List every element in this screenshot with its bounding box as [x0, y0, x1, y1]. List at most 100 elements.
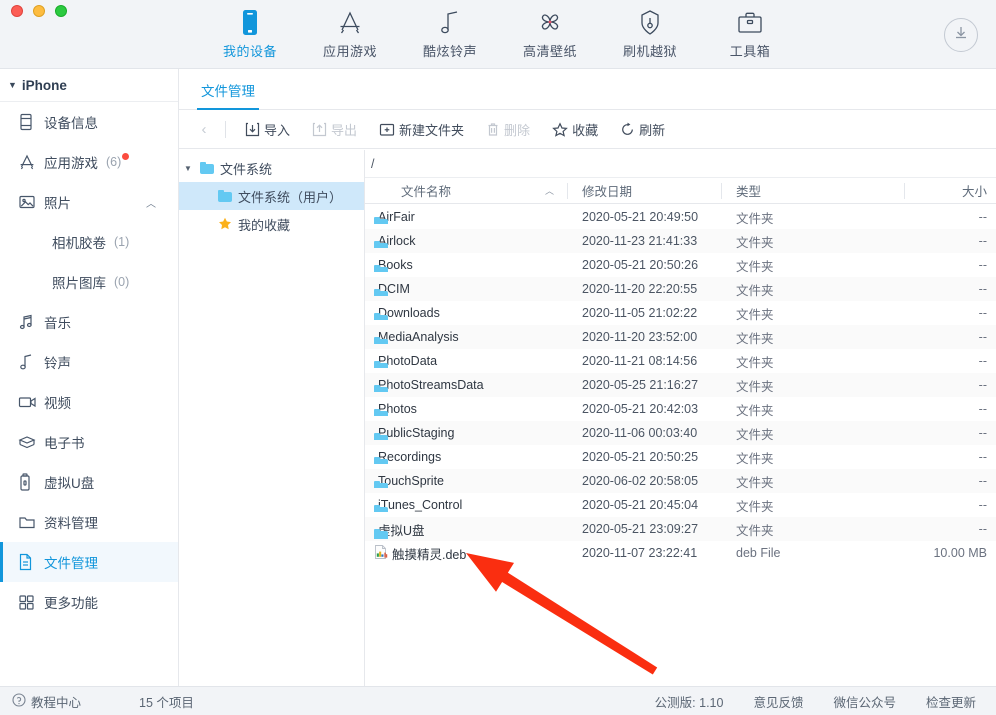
- table-row[interactable]: PublicStaging 2020-11-06 00:03:40 文件夹 --: [365, 421, 996, 445]
- tab-file-management[interactable]: 文件管理: [197, 69, 259, 110]
- feedback-link[interactable]: 意见反馈: [753, 692, 803, 711]
- tree-node-filesystem-user[interactable]: 文件系统（用户）: [179, 182, 364, 210]
- help-circle-icon: [12, 692, 26, 710]
- sidebar-item-label: 相机胶卷: [52, 236, 106, 251]
- column-header-size[interactable]: 大小: [905, 178, 996, 203]
- sidebar-item-apps-games[interactable]: 应用游戏 (6): [0, 142, 178, 182]
- sidebar-item-music[interactable]: 音乐: [0, 302, 178, 342]
- table-row[interactable]: TouchSprite 2020-06-02 20:58:05 文件夹 --: [365, 469, 996, 493]
- file-name-text: MediaAnalysis: [378, 330, 459, 344]
- table-row[interactable]: MediaAnalysis 2020-11-20 23:52:00 文件夹 --: [365, 325, 996, 349]
- download-button[interactable]: [944, 18, 978, 52]
- chevron-up-icon[interactable]: ︿: [146, 195, 156, 210]
- cell-size: --: [978, 378, 987, 392]
- sidebar-item-ebooks[interactable]: 电子书: [0, 422, 178, 462]
- sidebar-item-label: 设备信息: [44, 116, 98, 131]
- sidebar-item-more-features[interactable]: 更多功能: [0, 582, 178, 622]
- cell-file-name: PublicStaging: [365, 426, 568, 440]
- chevron-down-icon[interactable]: ▼: [179, 164, 197, 173]
- tutorial-center-button[interactable]: 教程中心: [12, 692, 81, 711]
- table-row[interactable]: PhotoStreamsData 2020-05-25 21:16:27 文件夹 --: [365, 373, 996, 397]
- cell-file-name: Recordings: [365, 450, 568, 464]
- topnav-label: 应用游戏: [322, 44, 377, 59]
- import-button[interactable]: 导入: [234, 115, 301, 143]
- item-count: 15 个项目: [139, 695, 194, 710]
- sidebar-item-count: (0): [114, 275, 130, 289]
- breadcrumb[interactable]: /: [365, 150, 996, 178]
- topnav-item-apps-games[interactable]: 应用游戏: [300, 0, 400, 69]
- cell-modified-date: 2020-11-07 23:22:41: [582, 546, 698, 560]
- table-row[interactable]: 虚拟U盘 2020-05-21 23:09:27 文件夹 --: [365, 517, 996, 541]
- topnav-item-jailbreak[interactable]: 刷机越狱: [600, 0, 700, 69]
- sidebar-item-label: 铃声: [44, 356, 71, 371]
- sidebar-item-file-management[interactable]: 文件管理: [0, 542, 178, 582]
- cell-modified-date: 2020-11-23 21:41:33: [582, 234, 698, 248]
- column-header-name[interactable]: 文件名称 ︿: [365, 178, 568, 203]
- appstore-icon: [337, 9, 363, 37]
- new-folder-button[interactable]: 新建文件夹: [368, 115, 475, 143]
- new-folder-icon: [379, 122, 395, 137]
- cell-file-name: Photos: [365, 402, 568, 416]
- cell-type: 文件夹: [736, 259, 774, 274]
- column-header-type[interactable]: 类型: [722, 178, 905, 203]
- topnav-item-my-device[interactable]: 我的设备: [200, 0, 300, 69]
- sidebar-item-data-management[interactable]: 资料管理: [0, 502, 178, 542]
- usb-icon: [18, 472, 40, 492]
- tree-node-my-favorites[interactable]: 我的收藏: [179, 210, 364, 238]
- table-row[interactable]: Airlock 2020-11-23 21:41:33 文件夹 --: [365, 229, 996, 253]
- delete-button[interactable]: 删除: [475, 115, 541, 143]
- column-header-date[interactable]: 修改日期: [568, 178, 722, 203]
- cell-file-name: Downloads: [365, 306, 568, 320]
- sidebar-item-virtual-usb[interactable]: 虚拟U盘: [0, 462, 178, 502]
- minimize-icon[interactable]: [33, 5, 45, 17]
- tab-strip: 文件管理: [179, 69, 996, 110]
- cell-modified-date: 2020-05-21 20:50:25: [582, 450, 699, 464]
- action-label: 删除: [504, 122, 531, 138]
- sidebar-item-ringtones[interactable]: 铃声: [0, 342, 178, 382]
- cell-type: 文件夹: [736, 331, 774, 346]
- table-row[interactable]: 触摸精灵.deb 2020-11-07 23:22:41 deb File 10.00…: [365, 541, 996, 565]
- cell-size: --: [978, 450, 987, 464]
- table-row[interactable]: iTunes_Control 2020-05-21 20:45:04 文件夹 --: [365, 493, 996, 517]
- back-button[interactable]: ‹: [191, 121, 217, 138]
- table-row[interactable]: Photos 2020-05-21 20:42:03 文件夹 --: [365, 397, 996, 421]
- cell-size: --: [978, 258, 987, 272]
- action-label: 导入: [264, 122, 291, 138]
- table-row[interactable]: Books 2020-05-21 20:50:26 文件夹 --: [365, 253, 996, 277]
- cell-file-name: 虚拟U盘: [365, 520, 568, 539]
- cell-modified-date: 2020-05-25 21:16:27: [582, 378, 699, 392]
- file-name-text: iTunes_Control: [378, 498, 463, 512]
- table-row[interactable]: Downloads 2020-11-05 21:02:22 文件夹 --: [365, 301, 996, 325]
- refresh-button[interactable]: 刷新: [609, 115, 676, 143]
- table-row[interactable]: Recordings 2020-05-21 20:50:25 文件夹 --: [365, 445, 996, 469]
- sidebar-item-photos[interactable]: 照片 ︿: [0, 182, 178, 222]
- cell-size: --: [978, 426, 987, 440]
- sidebar-item-label: 照片: [44, 196, 71, 211]
- sidebar-item-label: 照片图库: [52, 276, 106, 291]
- favorite-button[interactable]: 收藏: [541, 115, 609, 143]
- cell-modified-date: 2020-05-21 20:50:26: [582, 258, 699, 272]
- tree-node-filesystem[interactable]: ▼ 文件系统: [179, 154, 364, 182]
- topnav-item-ringtones[interactable]: 酷炫铃声: [400, 0, 500, 69]
- sidebar-item-photo-library[interactable]: 照片图库 (0): [0, 262, 178, 302]
- action-label: 刷新: [639, 122, 666, 138]
- action-label: 新建文件夹: [399, 122, 465, 138]
- topnav-item-toolbox[interactable]: 工具箱: [700, 0, 800, 69]
- check-update-link[interactable]: 检查更新: [926, 692, 976, 711]
- tree-node-label: 我的收藏: [238, 217, 291, 233]
- tree-node-label: 文件系统: [220, 161, 273, 177]
- table-row[interactable]: DCIM 2020-11-20 22:20:55 文件夹 --: [365, 277, 996, 301]
- sidebar-item-videos[interactable]: 视频: [0, 382, 178, 422]
- close-icon[interactable]: [11, 5, 23, 17]
- wechat-link[interactable]: 微信公众号: [833, 692, 896, 711]
- table-row[interactable]: AirFair 2020-05-21 20:49:50 文件夹 --: [365, 205, 996, 229]
- sidebar-device-header[interactable]: ▼ iPhone: [0, 69, 178, 102]
- topnav-item-wallpapers[interactable]: 高清壁纸: [500, 0, 600, 69]
- maximize-icon[interactable]: [55, 5, 67, 17]
- sidebar-item-camera-roll[interactable]: 相机胶卷 (1): [0, 222, 178, 262]
- export-button[interactable]: 导出: [301, 115, 368, 143]
- sidebar-item-device-info[interactable]: 设备信息: [0, 102, 178, 142]
- table-row[interactable]: PhotoData 2020-11-21 08:14:56 文件夹 --: [365, 349, 996, 373]
- cell-type: 文件夹: [736, 235, 774, 250]
- cell-type: 文件夹: [736, 379, 774, 394]
